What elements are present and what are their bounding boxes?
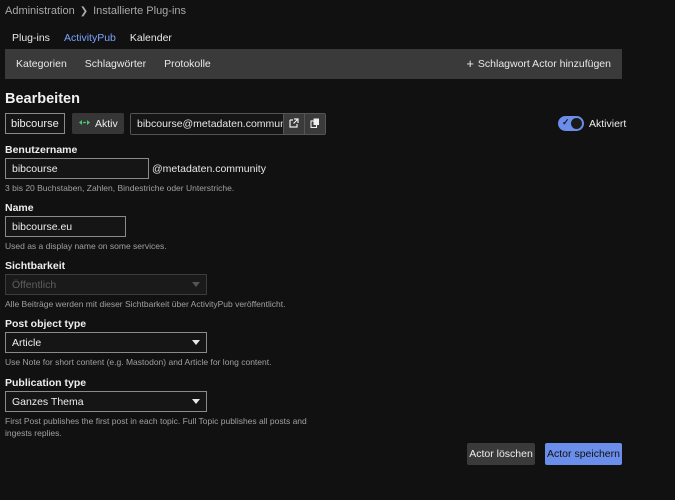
copy-handle-button[interactable] [304, 114, 325, 134]
actor-name-display: bibcourse [5, 113, 65, 134]
plus-icon: + [466, 56, 474, 71]
visibility-select-value: Öffentlich [12, 278, 57, 291]
delete-actor-button[interactable]: Actor löschen [467, 443, 535, 465]
add-tag-actor-label: Schlagwort Actor hinzufügen [477, 58, 611, 70]
status-badge: Aktiv [72, 113, 124, 134]
publication-type-value: Ganzes Thema [12, 395, 84, 408]
username-input[interactable]: bibcourse [5, 158, 149, 179]
chevron-down-icon [192, 282, 200, 287]
visibility-label: Sichtbarkeit [5, 260, 66, 272]
chevron-down-icon [192, 340, 200, 345]
breadcrumb-current[interactable]: Installierte Plug-ins [93, 5, 186, 17]
username-help: 3 bis 20 Buchstaben, Zahlen, Bindestrich… [5, 183, 235, 193]
post-object-type-select[interactable]: Article [5, 332, 207, 353]
subnav-item-logs[interactable]: Protokolle [155, 58, 220, 70]
breadcrumb: Administration ❯ Installierte Plug-ins [5, 5, 186, 17]
subnav-item-tags[interactable]: Schlagwörter [76, 58, 155, 70]
publication-type-help-line1: First Post publishes the first post in e… [5, 416, 307, 426]
check-icon: ✓ [562, 117, 570, 127]
sub-navigation: Kategorien Schlagwörter Protokolle + Sch… [5, 49, 622, 79]
copy-icon [310, 118, 320, 131]
visibility-help: Alle Beiträge werden mit dieser Sichtbar… [5, 299, 286, 309]
visibility-select: Öffentlich [5, 274, 207, 295]
post-object-type-value: Article [12, 336, 42, 349]
publication-type-label: Publication type [5, 377, 87, 389]
save-actor-button[interactable]: Actor speichern [545, 443, 622, 465]
chevron-right-icon: ❯ [79, 5, 89, 17]
post-object-type-label: Post object type [5, 318, 87, 330]
username-domain-suffix: @metadaten.community [152, 163, 266, 175]
publication-type-help-line2: ingests replies. [5, 428, 62, 438]
page-title: Bearbeiten [5, 91, 80, 107]
username-label: Benutzername [5, 144, 78, 156]
subnav-item-categories[interactable]: Kategorien [5, 58, 76, 70]
breadcrumb-root[interactable]: Administration [5, 5, 75, 17]
chevron-down-icon [192, 399, 200, 404]
name-input[interactable]: bibcourse.eu [5, 216, 126, 237]
publication-type-select[interactable]: Ganzes Thema [5, 391, 207, 412]
external-link-icon [289, 117, 299, 131]
activitypub-icon [78, 118, 91, 129]
actor-enabled-toggle-wrap: ✓ Aktiviert [558, 116, 626, 131]
open-external-button[interactable] [283, 114, 304, 134]
add-tag-actor-button[interactable]: + Schlagwort Actor hinzufügen [466, 56, 611, 71]
status-label: Aktiv [95, 117, 118, 130]
actor-handle-text: bibcourse@metadaten.community [131, 114, 296, 134]
name-label: Name [5, 202, 34, 214]
actor-enabled-toggle[interactable]: ✓ [558, 116, 584, 131]
post-object-type-help: Use Note for short content (e.g. Mastodo… [5, 357, 272, 367]
actor-handle: bibcourse@metadaten.community [130, 113, 326, 135]
name-help: Used as a display name on some services. [5, 241, 167, 251]
actor-enabled-label: Aktiviert [589, 117, 627, 130]
toggle-knob [571, 118, 582, 129]
